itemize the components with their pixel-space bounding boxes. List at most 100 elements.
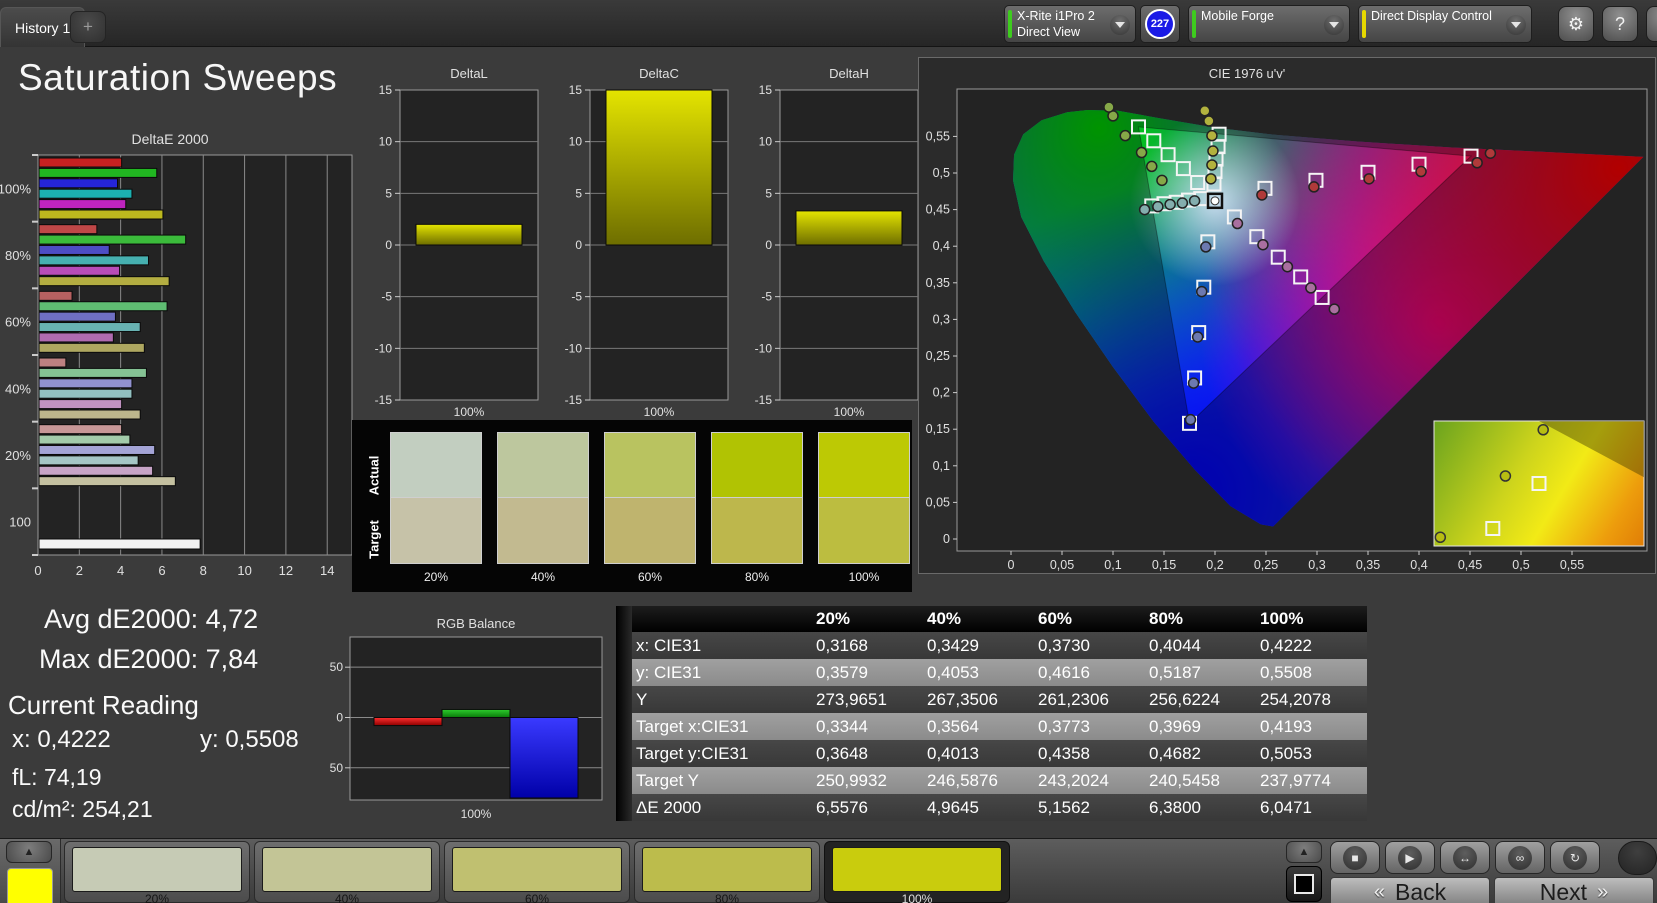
- table-row: Y 273,9651 267,3506 261,2306 256,6224 254,207…: [616, 686, 1367, 713]
- table-cell: 0,3564: [927, 716, 979, 736]
- table-row: ΔE 2000 6,5576 4,9645 5,1562 6,3800 6,0471: [616, 794, 1367, 821]
- svg-text:0,5: 0,5: [1512, 558, 1529, 572]
- bar: [38, 322, 141, 333]
- table-cell: 0,4044: [1149, 635, 1201, 655]
- row-strip: [616, 740, 632, 767]
- row-label: x: CIE31: [636, 635, 702, 655]
- table-row: Target Y 250,9932 246,5876 243,2024 240,5458…: [616, 767, 1367, 794]
- patch-column-label: 100%: [848, 570, 880, 584]
- svg-text:50: 50: [330, 660, 343, 674]
- table-cell: 0,5187: [1149, 662, 1201, 682]
- bar: [38, 476, 176, 487]
- patch-column-label: 80%: [744, 570, 770, 584]
- measured-marker-green: [1135, 146, 1148, 159]
- patch-label: 40%: [334, 892, 360, 903]
- svg-text:0,35: 0,35: [1356, 558, 1380, 572]
- measured-marker-cyan: [1176, 197, 1189, 209]
- svg-text:0,4: 0,4: [1410, 558, 1427, 572]
- svg-text:0: 0: [1008, 558, 1015, 572]
- svg-text:0,05: 0,05: [1050, 558, 1074, 572]
- pattern-patch-60%[interactable]: 60%: [444, 841, 630, 903]
- bar: [38, 409, 141, 420]
- bar: [38, 199, 127, 210]
- meter-name: X-Rite i1Pro 2: [1017, 9, 1095, 23]
- back-button[interactable]: « Back: [1330, 877, 1490, 903]
- bar: [38, 444, 156, 455]
- chevron-down-icon: [1506, 15, 1526, 35]
- expand-patch-panel-button[interactable]: ▲: [6, 841, 52, 863]
- patch-color: [72, 847, 242, 892]
- table-cell: 6,3800: [1149, 797, 1201, 817]
- loop-button[interactable]: ∞: [1495, 841, 1545, 874]
- row-strip: [616, 686, 632, 713]
- bar: [38, 357, 67, 368]
- table-cell: 0,3773: [1038, 716, 1090, 736]
- actual-swatch-80%: [711, 432, 803, 498]
- svg-text:15: 15: [759, 83, 773, 97]
- meter-mode: Direct View: [1017, 24, 1080, 39]
- stop-button[interactable]: ■: [1330, 841, 1380, 874]
- row-strip: [616, 767, 632, 794]
- bar: [38, 244, 110, 255]
- row-strip: [616, 713, 632, 740]
- svg-text:14: 14: [320, 563, 334, 578]
- meter-count-button[interactable]: 227: [1140, 5, 1180, 43]
- target-swatch-60%: [604, 498, 696, 564]
- bar: [415, 223, 523, 246]
- loop-icon: ∞: [1515, 850, 1525, 865]
- svg-text:15: 15: [569, 83, 583, 97]
- plus-icon: +: [83, 17, 93, 36]
- tab-label: History 1: [15, 19, 71, 36]
- pattern-window-button[interactable]: [1286, 866, 1322, 902]
- svg-text:4: 4: [117, 563, 124, 578]
- table-cell: 0,5053: [1260, 743, 1312, 763]
- collapse-toolbar-button[interactable]: ◀: [1646, 6, 1657, 42]
- add-tab-button[interactable]: +: [70, 11, 106, 43]
- page-title: Saturation Sweeps: [18, 57, 338, 98]
- svg-text:0: 0: [34, 563, 41, 578]
- inset-measured-marker: [1434, 531, 1447, 543]
- svg-text:0,1: 0,1: [933, 459, 950, 473]
- bar: [38, 342, 145, 353]
- svg-text:100%: 100%: [0, 181, 31, 196]
- patch-label: 80%: [714, 892, 740, 903]
- table-cell: 0,3344: [816, 716, 868, 736]
- svg-text:-10: -10: [375, 341, 393, 355]
- step-button[interactable]: ↔: [1440, 841, 1490, 874]
- gear-icon: ⚙: [1567, 13, 1585, 34]
- settings-button[interactable]: ⚙: [1558, 6, 1594, 42]
- more-controls-button[interactable]: [1618, 841, 1657, 875]
- table-cell: 273,9651: [816, 689, 887, 709]
- svg-text:100%: 100%: [834, 405, 865, 419]
- chevron-down-icon: [1110, 15, 1130, 35]
- actual-swatch-40%: [497, 432, 589, 498]
- measured-marker-magenta: [1257, 238, 1269, 251]
- play-button[interactable]: ▶: [1385, 841, 1435, 874]
- pattern-bar: ▲ 20% 40% 60% 80% 100% ▲ ■ ▶ ↔ ∞ ↻ « Back Next »: [0, 838, 1657, 903]
- help-button[interactable]: ?: [1602, 6, 1638, 42]
- pattern-patch-80%[interactable]: 80%: [634, 841, 820, 903]
- actual-row-label: Actual: [366, 455, 382, 496]
- refresh-button[interactable]: ↻: [1550, 841, 1600, 874]
- table-cell: 256,6224: [1149, 689, 1220, 709]
- pattern-patch-20%[interactable]: 20%: [64, 841, 250, 903]
- expand-controls-button[interactable]: ▲: [1286, 841, 1322, 863]
- current-cdm2-value: cd/m²: 254,21: [12, 796, 153, 822]
- svg-text:-5: -5: [571, 290, 582, 304]
- inset-measured-marker: [1499, 470, 1512, 482]
- svg-text:0: 0: [765, 238, 772, 252]
- pattern-patch-40%[interactable]: 40%: [254, 841, 440, 903]
- table-cell: 246,5876: [927, 770, 998, 790]
- meter-selector[interactable]: X-Rite i1Pro 2 Direct View: [1004, 5, 1136, 43]
- bar: [38, 157, 123, 168]
- svg-text:6: 6: [158, 563, 165, 578]
- measured-marker-red: [1415, 165, 1427, 178]
- svg-text:RGB Balance: RGB Balance: [437, 616, 516, 631]
- pattern-patch-100%[interactable]: 100%: [824, 841, 1010, 903]
- display-control-selector[interactable]: Direct Display Control: [1358, 5, 1532, 43]
- table-cell: 5,1562: [1038, 797, 1090, 817]
- source-selector[interactable]: Mobile Forge: [1188, 5, 1350, 43]
- table-cell: 0,4222: [1260, 635, 1312, 655]
- actual-swatch-100%: [818, 432, 910, 498]
- next-button[interactable]: Next »: [1494, 877, 1654, 903]
